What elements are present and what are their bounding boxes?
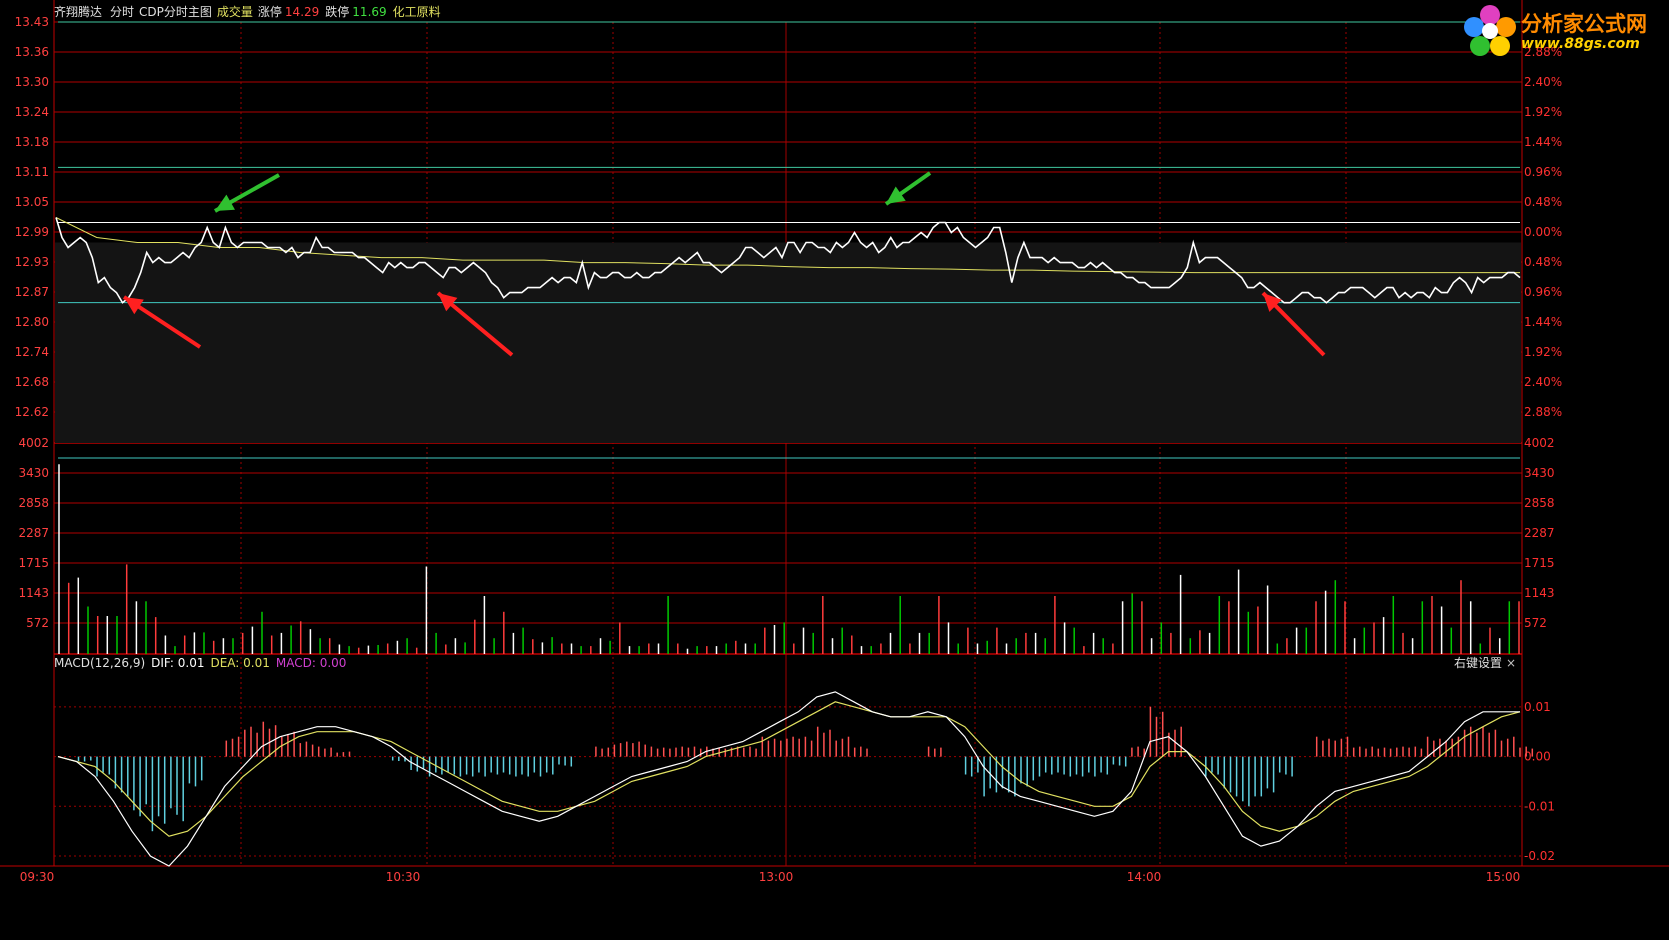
right-click-settings[interactable]: 右键设置 [1454, 655, 1502, 670]
flower-logo-icon [1464, 5, 1516, 56]
macd-title: MACD(12,26,9) [54, 656, 145, 670]
price-left-tick: 12.99 [15, 225, 49, 239]
macd-right-tick: -0.01 [1524, 799, 1555, 813]
dea-value: DEA: 0.01 [210, 656, 269, 670]
volume-left-tick: 4002 [18, 436, 49, 450]
volume-right-tick: 572 [1524, 616, 1547, 630]
volume-label: 成交量 [217, 4, 253, 19]
price-left-tick: 13.36 [15, 45, 49, 59]
macd-right-tick: 0.01 [1524, 700, 1551, 714]
price-right-tick: 1.92% [1524, 345, 1562, 359]
price-left-tick: 12.93 [15, 255, 49, 269]
volume-left-tick: 3430 [18, 466, 49, 480]
price-left-tick: 13.05 [15, 195, 49, 209]
dea-line [57, 701, 1521, 837]
volume-left-tick: 2287 [18, 526, 49, 540]
price-right-tick: 0.96% [1524, 165, 1562, 179]
time-axis-label: 13:00 [759, 870, 794, 884]
limit-up-value: 14.29 [285, 5, 319, 19]
indicator-label: CDP分时主图 [139, 5, 212, 19]
dif-value: DIF: 0.01 [151, 656, 204, 670]
volume-right-tick: 1715 [1524, 556, 1555, 570]
volume-left-tick: 1715 [18, 556, 49, 570]
price-right-tick: 2.88% [1524, 405, 1562, 419]
close-icon[interactable]: × [1506, 656, 1516, 670]
stock-name: 齐翔腾达 [54, 4, 102, 19]
price-left-tick: 13.30 [15, 75, 49, 89]
dif-line [57, 691, 1520, 867]
price-left-tick: 13.11 [15, 165, 49, 179]
intraday-chart[interactable]: 13.43 13.36 13.30 13.24 13.18 13.11 13.05 12.99… [0, 0, 1669, 940]
volume-left-tick: 572 [26, 616, 49, 630]
price-right-tick: 2.40% [1524, 375, 1562, 389]
volume-right-tick: 1143 [1524, 586, 1555, 600]
limit-down-label: 跌停 [325, 4, 349, 19]
green-arrow-up-left-1 [214, 173, 280, 213]
limit-down-value: 11.69 [352, 5, 386, 19]
time-axis-label: 10:30 [386, 870, 421, 884]
sector-label: 化工原料 [393, 5, 441, 19]
price-right-tick: 2.40% [1524, 75, 1562, 89]
time-axis-label: 15:00 [1486, 870, 1521, 884]
macd-value: MACD: 0.00 [276, 656, 347, 670]
logo-name: 分析家公式网 [1521, 12, 1647, 36]
limit-up-label: 涨停 [258, 4, 282, 19]
price-left-tick: 12.74 [15, 345, 49, 359]
price-left-tick: 13.24 [15, 105, 49, 119]
price-right-tick: 0.00% [1524, 225, 1562, 239]
macd-right-tick: 0.00 [1524, 750, 1551, 764]
price-left-tick: 12.68 [15, 375, 49, 389]
price-right-tick: 0.48% [1524, 255, 1562, 269]
logo-url: www.88gs.com [1521, 36, 1640, 52]
volume-right-tick: 2287 [1524, 526, 1555, 540]
time-axis-label: 09:30 [20, 870, 55, 884]
volume-left-tick: 2858 [18, 496, 49, 510]
price-right-tick: 0.48% [1524, 195, 1562, 209]
green-arrow-up-left-2 [884, 171, 932, 206]
macd-right-tick: -0.02 [1524, 849, 1555, 863]
price-right-tick: 1.92% [1524, 105, 1562, 119]
volume-right-tick: 3430 [1524, 466, 1555, 480]
site-logo: 分析家公式网 www.88gs.com [1461, 2, 1661, 58]
price-right-tick: 1.44% [1524, 315, 1562, 329]
price-left-tick: 13.18 [15, 135, 49, 149]
price-right-tick: 1.44% [1524, 135, 1562, 149]
price-left-tick: 12.80 [15, 315, 49, 329]
price-left-tick: 12.62 [15, 405, 49, 419]
price-right-tick: 0.96% [1524, 285, 1562, 299]
volume-right-tick: 4002 [1524, 436, 1555, 450]
volume-left-tick: 1143 [18, 586, 49, 600]
view-mode-label: 分时 [110, 5, 134, 19]
price-left-tick: 13.43 [15, 15, 49, 29]
volume-right-tick: 2858 [1524, 496, 1555, 510]
time-axis-label: 14:00 [1127, 870, 1162, 884]
arrow-head [886, 186, 906, 204]
price-left-tick: 12.87 [15, 285, 49, 299]
